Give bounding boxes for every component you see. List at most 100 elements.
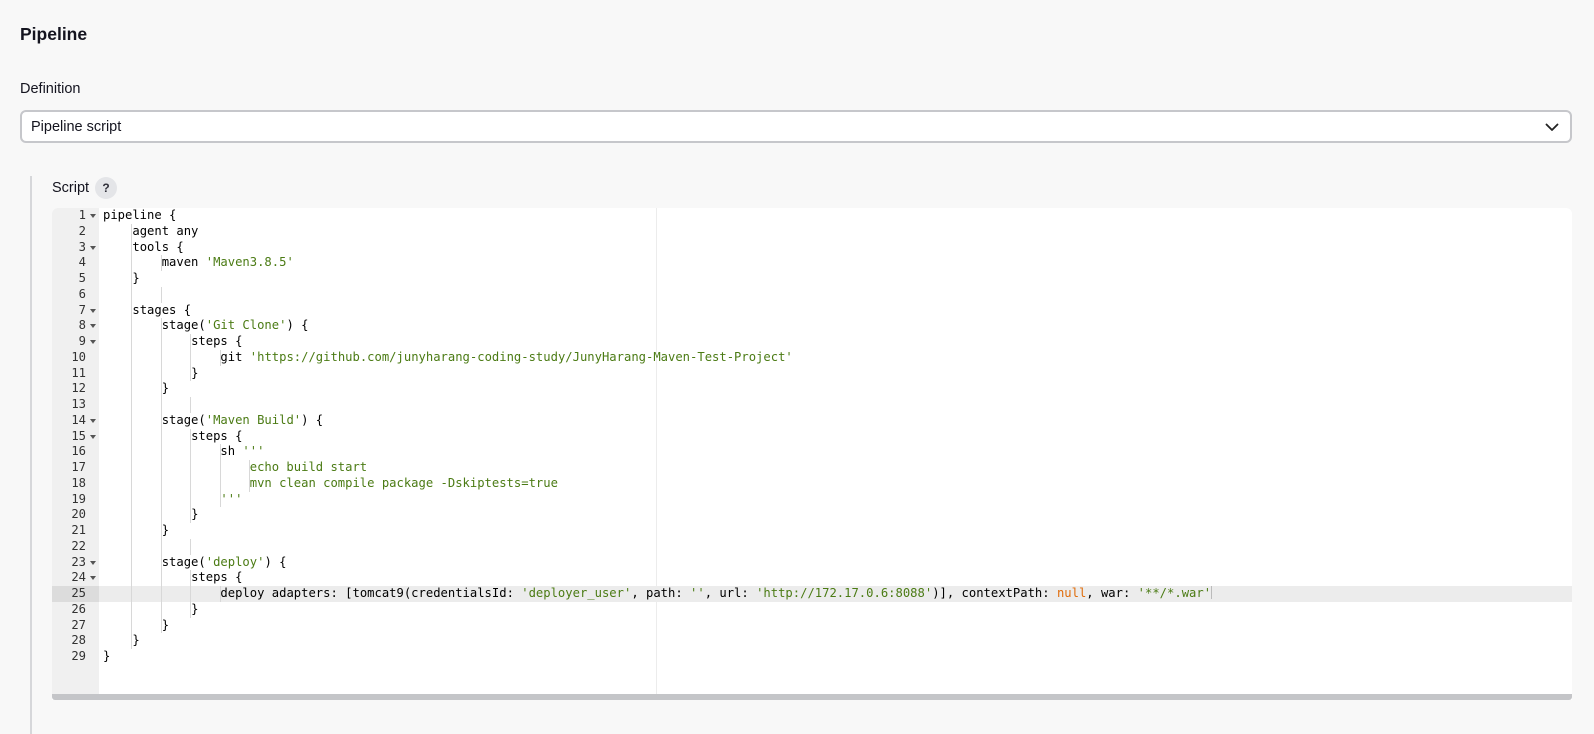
code-line[interactable]: 14 stage('Maven Build') { [52, 412, 1572, 429]
indent-guide [131, 318, 133, 334]
code-line[interactable]: 21 } [52, 523, 1572, 539]
indent-guide [190, 538, 192, 555]
line-number: 13 [71, 397, 86, 411]
indent-guide [190, 570, 192, 586]
code-line[interactable]: 9 steps { [52, 334, 1572, 350]
code-line[interactable]: 19 ''' [52, 491, 1572, 508]
line-number: 21 [71, 523, 86, 537]
indent-guide [131, 397, 133, 413]
code-line[interactable]: 1 pipeline { [52, 208, 1572, 224]
indent-guide [131, 554, 133, 571]
line-number: 2 [78, 223, 86, 238]
indent-guide [131, 349, 133, 366]
indent-guide [131, 538, 133, 555]
code-line[interactable]: 15 steps { [52, 428, 1572, 445]
indent-guide [160, 428, 162, 445]
fold-arrow-icon[interactable] [90, 576, 96, 581]
code-line[interactable]: 4 maven 'Maven3.8.5' [52, 255, 1572, 271]
code-text: git 'https://github.com/junyharang-codin… [103, 349, 793, 366]
indent-guide [190, 475, 192, 492]
indent-guide [131, 286, 133, 303]
code-text: } [103, 649, 111, 663]
code-line[interactable]: 25 deploy adapters: [tomcat9(credentials… [52, 586, 1572, 602]
indent-guide [131, 365, 133, 382]
code-lines[interactable]: 1 pipeline {2 agent any 3 tools {4 maven '… [52, 208, 1572, 665]
code-line[interactable]: 16 sh ''' [52, 444, 1572, 460]
pipeline-config-page: Pipeline Definition Pipeline script Scri… [0, 0, 1594, 734]
code-text: stage('deploy') { [103, 554, 286, 571]
line-number: 26 [71, 601, 86, 616]
indent-guide [160, 554, 162, 571]
indent-guide [160, 349, 162, 366]
chevron-down-icon [1545, 123, 1559, 131]
code-text: } [131, 271, 140, 287]
fold-arrow-icon[interactable] [90, 418, 96, 423]
code-line[interactable]: 12 } [52, 381, 1572, 397]
code-text: steps { [103, 334, 242, 350]
indent-guide [160, 601, 162, 618]
code-line[interactable]: 28 } [52, 633, 1572, 649]
indent-guide [190, 601, 192, 618]
line-number: 17 [71, 460, 86, 474]
definition-select[interactable]: Pipeline script [20, 110, 1572, 143]
line-number: 27 [71, 617, 86, 632]
indent-guide [219, 586, 221, 602]
fold-arrow-icon[interactable] [90, 245, 96, 250]
line-number: 11 [71, 365, 86, 380]
code-line[interactable]: 11 } [52, 365, 1572, 382]
fold-arrow-icon[interactable] [90, 340, 96, 344]
script-help-button[interactable]: ? [95, 177, 117, 199]
indent-guide [160, 538, 162, 555]
fold-arrow-icon[interactable] [90, 560, 96, 565]
code-line[interactable]: 13 [52, 397, 1572, 413]
code-text: } [103, 381, 169, 397]
section-title: Pipeline [20, 24, 88, 44]
line-number: 23 [52, 555, 99, 571]
indent-guide [190, 397, 192, 413]
indent-guide [160, 444, 162, 460]
code-line[interactable]: 26 } [52, 601, 1572, 618]
indent-guide [131, 239, 133, 256]
code-line[interactable]: 3 tools { [52, 239, 1572, 256]
horizontal-scrollbar[interactable] [52, 694, 1572, 700]
indent-guide [131, 601, 133, 618]
code-text: steps { [103, 570, 242, 586]
code-line[interactable]: 18 mvn clean compile package -Dskiptests… [52, 475, 1572, 492]
line-number: 24 [52, 570, 99, 586]
line-number: 10 [71, 349, 86, 364]
line-number: 18 [71, 475, 86, 490]
indent-guide [131, 381, 133, 397]
code-line[interactable]: 29} [52, 649, 1572, 665]
code-line[interactable]: 2 agent any [52, 223, 1572, 240]
code-line[interactable]: 6 [52, 286, 1572, 303]
code-line[interactable]: 8 stage('Git Clone') { [52, 318, 1572, 334]
line-number: 20 [71, 507, 86, 522]
line-number: 19 [71, 491, 86, 506]
indent-guide [160, 523, 162, 539]
script-editor[interactable]: 1 pipeline {2 agent any 3 tools {4 maven '… [52, 208, 1572, 700]
indent-guide [190, 334, 192, 350]
code-line[interactable]: 24 steps { [52, 570, 1572, 586]
code-line[interactable]: 7 stages { [52, 302, 1572, 319]
fold-arrow-icon[interactable] [90, 308, 96, 313]
code-line[interactable]: 10 git 'https://github.com/junyharang-co… [52, 349, 1572, 366]
fold-arrow-icon[interactable] [90, 324, 96, 329]
indent-guide [131, 570, 133, 586]
code-text: deploy adapters: [tomcat9(credentialsId:… [103, 586, 1213, 602]
line-number: 15 [52, 429, 99, 445]
code-text: stage('Git Clone') { [103, 318, 308, 334]
indent-guide [160, 570, 162, 586]
fold-arrow-icon[interactable] [90, 214, 96, 218]
code-line[interactable]: 5 } [52, 271, 1572, 287]
code-line[interactable]: 23 stage('deploy') { [52, 554, 1572, 571]
indent-guide [160, 617, 162, 634]
line-number: 3 [52, 240, 99, 256]
code-line[interactable]: 17 echo build start [52, 460, 1572, 476]
indent-guide [219, 460, 221, 476]
code-line[interactable]: 22 [52, 538, 1572, 555]
code-line[interactable]: 20 } [52, 507, 1572, 523]
indent-guide [190, 365, 192, 382]
indent-guide [131, 412, 133, 429]
fold-arrow-icon[interactable] [90, 434, 96, 439]
code-line[interactable]: 27 } [52, 617, 1572, 634]
